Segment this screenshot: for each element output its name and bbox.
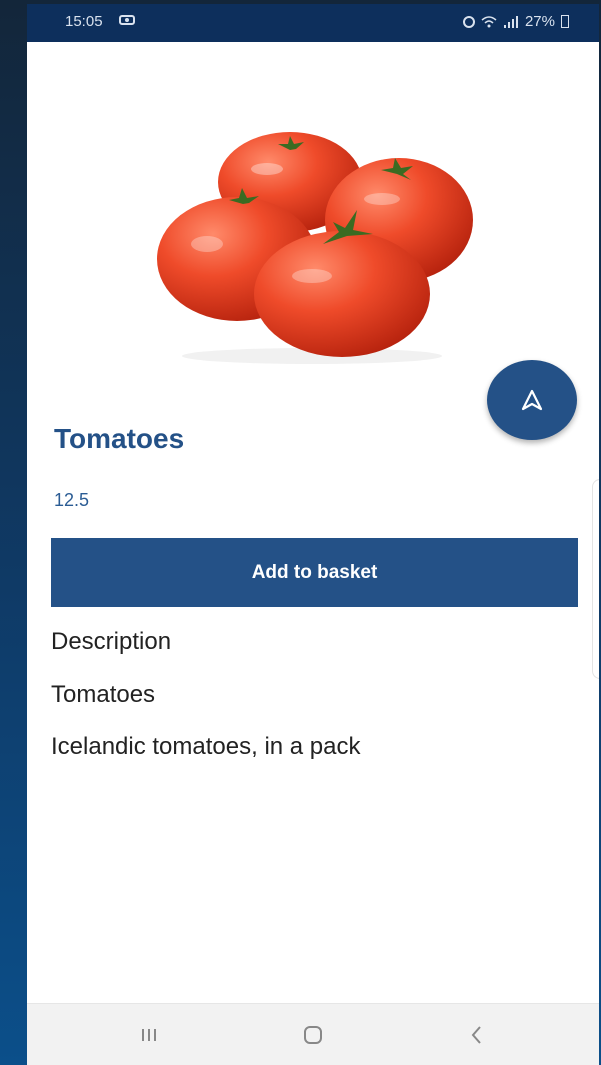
recents-button[interactable] xyxy=(119,1015,179,1055)
alarm-icon xyxy=(462,15,475,28)
battery-icon xyxy=(561,15,569,28)
add-to-basket-button[interactable]: Add to basket xyxy=(51,538,578,607)
recents-icon xyxy=(142,1028,156,1041)
description-product-name: Tomatoes xyxy=(51,681,156,708)
product-price: 12.5 xyxy=(54,490,90,510)
home-button[interactable] xyxy=(283,1015,343,1055)
wifi-icon xyxy=(481,15,497,27)
system-nav-bar xyxy=(27,1003,599,1065)
product-title: Tomatoes xyxy=(54,423,185,454)
navigation-fab-button[interactable] xyxy=(487,360,577,440)
back-icon xyxy=(471,1025,481,1044)
description-heading: Description xyxy=(51,628,172,655)
status-time: 15:05 xyxy=(65,13,103,30)
battery-percent: 27% xyxy=(524,13,555,30)
navigation-arrow-icon xyxy=(521,389,543,411)
status-icons: 27% xyxy=(462,13,569,30)
tomatoes-image xyxy=(157,132,473,364)
signal-icon xyxy=(503,15,518,28)
phone-screen: 15:05 27% Tomatoes 12.5 Add to basket De… xyxy=(27,4,599,1065)
back-button[interactable] xyxy=(447,1015,507,1055)
home-icon xyxy=(304,1025,322,1044)
edge-panel-handle[interactable] xyxy=(592,479,599,679)
notification-icon xyxy=(119,15,135,25)
description-text: Icelandic tomatoes, in a pack xyxy=(51,733,361,760)
status-bar: 15:05 27% xyxy=(27,4,599,42)
